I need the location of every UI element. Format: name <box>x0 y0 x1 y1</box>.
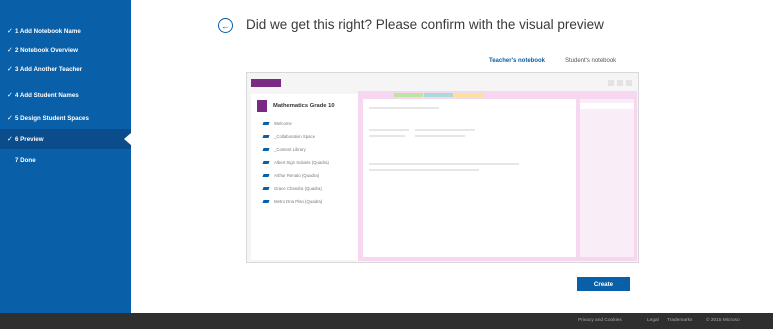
section-label: Welcome <box>274 120 292 126</box>
step-label: 4 Add Student Names <box>15 91 79 99</box>
page-area <box>358 91 637 261</box>
section-icon <box>262 186 270 190</box>
page-tab <box>454 93 483 97</box>
notebook-icon <box>257 100 267 112</box>
step-done[interactable]: 7 Done <box>0 150 131 170</box>
page-tab <box>424 93 453 97</box>
section-item: Grace Chandra (Quadra) <box>262 183 322 193</box>
section-item: Welcome <box>262 118 292 128</box>
step-label: 6 Preview <box>15 135 44 143</box>
greeked-text <box>415 135 465 137</box>
page-tab <box>394 93 423 97</box>
section-label: _Content Library <box>274 146 306 152</box>
legal-link[interactable]: Legal <box>647 318 659 323</box>
window-button <box>617 80 623 86</box>
step-notebook-overview[interactable]: ✓ 2 Notebook Overview <box>0 40 131 60</box>
step-label: 5 Design Student Spaces <box>15 114 89 122</box>
back-arrow-icon[interactable]: ← <box>218 18 233 33</box>
greeked-text <box>369 169 479 171</box>
check-icon: ✓ <box>7 92 13 99</box>
section-label: Metro Dna Plan (Quadra) <box>274 198 323 204</box>
page-list-item <box>580 103 634 109</box>
step-label: 7 Done <box>15 156 36 164</box>
wizard-steps-sidebar: ✓ 1 Add Notebook Name ✓ 2 Notebook Overvie… <box>0 0 131 313</box>
page-content <box>363 99 576 257</box>
create-button[interactable]: Create <box>577 277 630 291</box>
section-item: Metro Dna Plan (Quadra) <box>262 196 323 206</box>
section-item: Albert Sign Subiets (Quadra) <box>262 157 329 167</box>
section-icon <box>262 121 270 125</box>
window-button <box>608 80 614 86</box>
window-button <box>626 80 632 86</box>
step-label: 1 Add Notebook Name <box>15 27 81 35</box>
greeked-text <box>369 135 405 137</box>
greeked-text <box>415 129 475 131</box>
check-icon: ✓ <box>7 136 13 143</box>
step-add-student-names[interactable]: ✓ 4 Add Student Names <box>0 85 131 105</box>
greeked-text <box>369 107 439 109</box>
section-icon <box>262 173 270 177</box>
check-icon: ✓ <box>7 28 13 35</box>
trademarks-link[interactable]: Trademarks <box>667 318 692 323</box>
step-label: 2 Notebook Overview <box>15 46 78 54</box>
section-label: _Collaboration Space <box>274 133 316 139</box>
step-add-another-teacher[interactable]: ✓ 3 Add Another Teacher <box>0 59 131 79</box>
section-icon <box>262 160 270 164</box>
onenote-title-bar <box>251 79 281 87</box>
step-label: 3 Add Another Teacher <box>15 65 83 73</box>
privacy-link[interactable]: Privacy and Cookies <box>578 318 622 323</box>
check-icon: ✓ <box>7 66 13 73</box>
section-item: Arthur Renato (Quadra) <box>262 170 320 180</box>
section-label: Albert Sign Subiets (Quadra) <box>274 159 329 165</box>
notebook-navigation-pane: Mathematics Grade 10 Welcome _Collaborat… <box>251 94 358 260</box>
section-label: Arthur Renato (Quadra) <box>274 172 320 178</box>
section-label: Grace Chandra (Quadra) <box>274 185 322 191</box>
section-item: _Collaboration Space <box>262 131 316 141</box>
step-add-notebook-name[interactable]: ✓ 1 Add Notebook Name <box>0 21 131 41</box>
page-title: Did we get this right? Please confirm wi… <box>246 17 604 32</box>
notebook-title: Mathematics Grade 10 <box>273 103 335 109</box>
step-design-student-spaces[interactable]: ✓ 5 Design Student Spaces <box>0 108 131 128</box>
tab-students-notebook[interactable]: Student's notebook <box>565 58 616 64</box>
footer: Privacy and Cookies Legal Trademarks © 2… <box>0 313 773 329</box>
tab-teachers-notebook[interactable]: Teacher's notebook <box>489 58 545 64</box>
greeked-text <box>369 129 409 131</box>
section-icon <box>262 199 270 203</box>
check-icon: ✓ <box>7 115 13 122</box>
copyright-text: © 2015 Microso <box>706 318 740 323</box>
page-list-pane <box>580 99 634 257</box>
step-preview[interactable]: ✓ 6 Preview <box>0 129 131 149</box>
section-icon <box>262 134 270 138</box>
section-icon <box>262 147 270 151</box>
greeked-text <box>369 163 519 165</box>
section-item: _Content Library <box>262 144 306 154</box>
check-icon: ✓ <box>7 47 13 54</box>
notebook-visual-preview: Mathematics Grade 10 Welcome _Collaborat… <box>246 72 639 263</box>
